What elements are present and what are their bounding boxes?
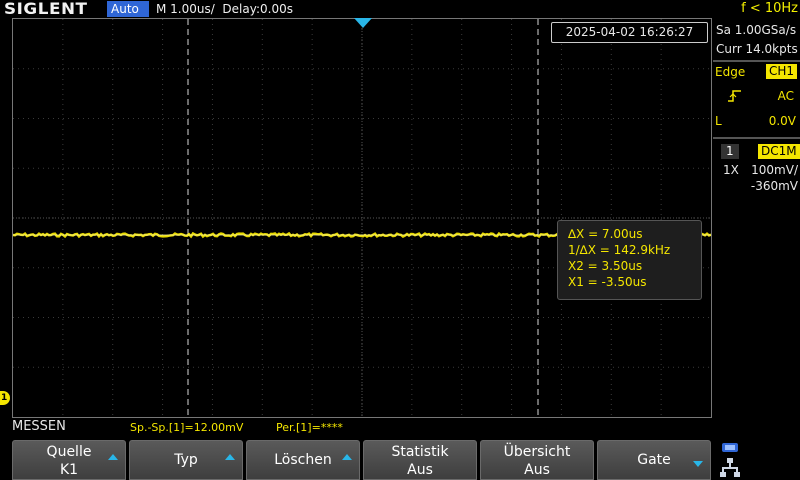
measurement-strip: MESSEN Sp.-Sp.[1]=12.00mV Per.[1]=**** xyxy=(0,418,800,436)
waveform-grid[interactable] xyxy=(12,18,712,418)
status-icons xyxy=(720,440,744,478)
panel-divider xyxy=(713,137,800,139)
sample-rate: Sa 1.00GSa/s xyxy=(716,23,797,37)
trigger-level[interactable]: 0.0V xyxy=(713,113,800,129)
usb-icon xyxy=(722,443,738,452)
softkey-gate[interactable]: Gate xyxy=(597,440,711,480)
softkey-overview[interactable]: Übersicht Aus xyxy=(480,440,594,480)
vertical-scale[interactable]: 100mV/ xyxy=(713,162,800,178)
softkey-bar: Quelle K1 Typ Löschen Statistik Aus Über… xyxy=(0,436,800,480)
top-bar: SIGLENT Auto M 1.00us/ Delay:0.00s f < 1… xyxy=(0,0,800,18)
frequency-readout: f < 10Hz xyxy=(741,1,798,16)
cursor-delta-x: ∆X = 7.00us xyxy=(568,227,643,241)
trigger-mode-badge[interactable]: Auto xyxy=(107,1,149,17)
arrow-up-icon xyxy=(342,454,352,460)
measurement-peak-to-peak: Sp.-Sp.[1]=12.00mV xyxy=(130,421,244,434)
network-icon xyxy=(720,458,740,477)
softkey-statistics[interactable]: Statistik Aus xyxy=(363,440,477,480)
cursor-inverse-delta-x: 1/∆X = 142.9kHz xyxy=(568,243,671,257)
arrow-up-icon xyxy=(225,454,235,460)
measurement-period: Per.[1]=**** xyxy=(276,421,343,434)
cursor-readout-panel: ∆X = 7.00us 1/∆X = 142.9kHz X2 = 3.50us … xyxy=(557,220,702,300)
channel-coupling-badge[interactable]: DC1M xyxy=(758,144,800,159)
trigger-coupling[interactable]: AC xyxy=(713,88,800,104)
softkey-type[interactable]: Typ xyxy=(129,440,243,480)
softkey-clear[interactable]: Löschen xyxy=(246,440,360,480)
timestamp: 2025-04-02 16:26:27 xyxy=(551,22,708,43)
memory-depth: Curr 14.0kpts xyxy=(716,42,798,56)
vertical-offset[interactable]: -360mV xyxy=(713,178,800,194)
grid-lines xyxy=(13,19,711,417)
trigger-position-icon[interactable] xyxy=(354,18,372,28)
channel-number-badge[interactable]: 1 xyxy=(721,144,739,159)
brand-logo: SIGLENT xyxy=(4,0,88,18)
right-info-panel: Sa 1.00GSa/s Curr 14.0kpts Edge CH1 AC L… xyxy=(713,18,800,436)
cursor-x1: X1 = -3.50us xyxy=(568,275,647,289)
panel-divider xyxy=(713,60,800,62)
cursor-x2: X2 = 3.50us xyxy=(568,259,643,273)
channel-1-offset-marker[interactable]: 1 xyxy=(0,391,10,405)
softkey-source[interactable]: Quelle K1 xyxy=(12,440,126,480)
menu-title: MESSEN xyxy=(12,419,66,434)
arrow-down-icon xyxy=(693,461,703,467)
timebase-readout: M 1.00us/ Delay:0.00s xyxy=(156,2,293,16)
arrow-up-icon xyxy=(108,454,118,460)
trigger-source-badge[interactable]: CH1 xyxy=(766,64,798,79)
